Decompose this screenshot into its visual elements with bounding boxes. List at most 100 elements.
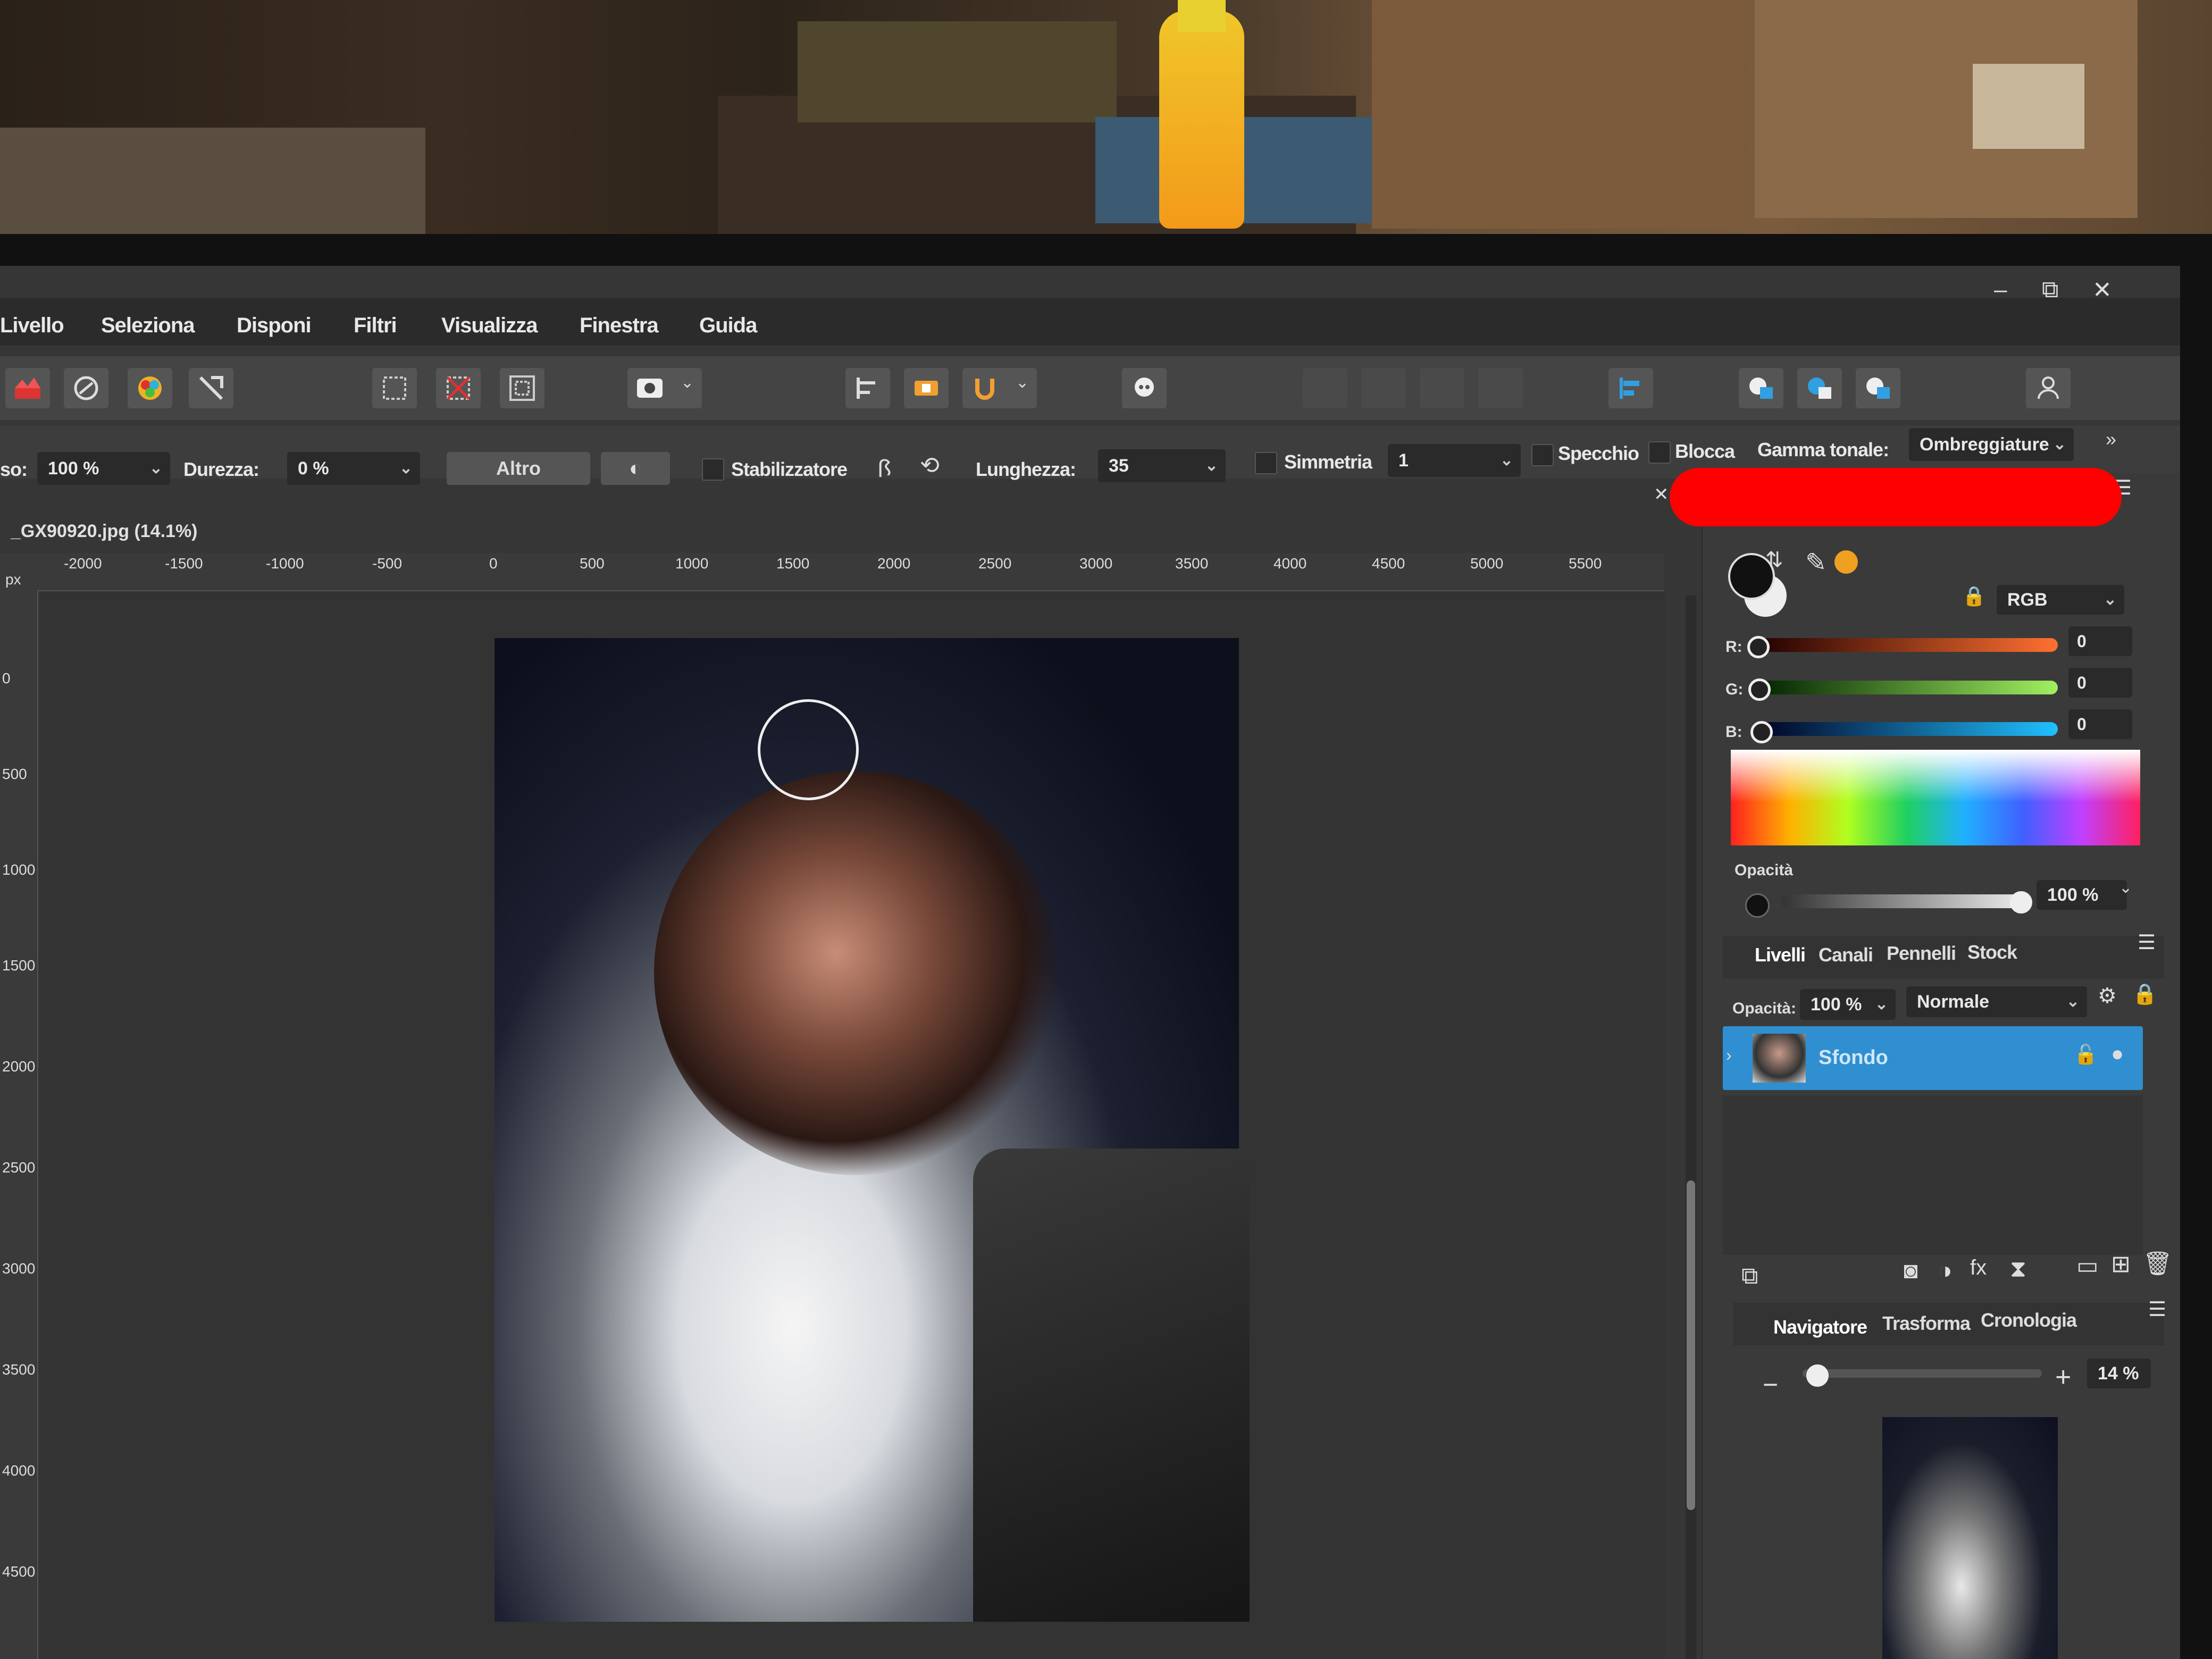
tonal-range-select[interactable]: Ombreggiature ⌄	[1909, 428, 2074, 461]
red-slider[interactable]	[1755, 638, 2058, 652]
snapping-button[interactable]: ⌄	[962, 368, 1037, 408]
align-left-button[interactable]	[1608, 368, 1653, 408]
blend-mode-select[interactable]: Normale ⌄	[1906, 986, 2087, 1017]
red-slider-knob[interactable]	[1747, 636, 1770, 658]
deselect-button[interactable]	[436, 368, 481, 408]
trash-icon[interactable]: 🗑	[2143, 1250, 2173, 1277]
picked-color-swatch[interactable]	[1834, 550, 1858, 574]
close-document-icon[interactable]: ✕	[1654, 484, 1669, 505]
close-window-button[interactable]: ✕	[2092, 276, 2112, 304]
develop-persona-button[interactable]	[128, 368, 172, 408]
layer-opacity-field[interactable]: 100 % ⌄	[1800, 989, 1896, 1020]
document-photo[interactable]	[495, 638, 1250, 1622]
horizontal-ruler[interactable]: px -2000 -1500 -1000 -500 0 500 1000 150…	[0, 553, 1664, 591]
maximize-button[interactable]: ⧉	[2042, 276, 2058, 303]
menu-seleziona[interactable]: Seleziona	[101, 314, 195, 338]
vertical-scrollbar[interactable]	[1686, 596, 1696, 1659]
scrollbar-thumb[interactable]	[1687, 1180, 1695, 1510]
symmetry-field[interactable]: 1 ⌄	[1388, 444, 1521, 477]
tab-cronologia[interactable]: Cronologia	[1981, 1309, 2077, 1331]
layer-lock-icon[interactable]: 🔓	[2074, 1043, 2098, 1066]
expand-arrow-icon[interactable]: ›	[1726, 1045, 1732, 1065]
arrange-backward-button[interactable]	[1361, 368, 1406, 408]
blue-slider-knob[interactable]	[1750, 721, 1773, 743]
menu-finestra[interactable]: Finestra	[580, 314, 659, 338]
zoom-out-button[interactable]: −	[1763, 1369, 1778, 1400]
hardness-field[interactable]: 0 % ⌄	[287, 452, 420, 485]
fx-icon[interactable]: fx	[1970, 1256, 1987, 1280]
color-opacity-slider[interactable]	[1781, 894, 2026, 908]
blue-value-field[interactable]: 0	[2068, 709, 2132, 739]
video-button[interactable]	[904, 368, 949, 408]
lock-icon[interactable]: 🔒	[2132, 983, 2157, 1006]
color-opacity-knob[interactable]	[2010, 891, 2032, 914]
vertical-ruler[interactable]: 0 500 1000 1500 2000 2500 3000 3500 4000…	[0, 590, 38, 1659]
zoom-slider[interactable]	[1803, 1369, 2042, 1378]
green-value-field[interactable]: 0	[2068, 668, 2132, 698]
color-model-select[interactable]: RGB ⌄	[1997, 585, 2124, 615]
add-pixel-layer-icon[interactable]: ⊞	[2111, 1251, 2131, 1278]
chevron-down-icon[interactable]: ⌄	[2119, 878, 2132, 897]
tab-trasforma[interactable]: Trasforma	[1882, 1312, 1971, 1335]
photo-persona-button[interactable]	[5, 368, 50, 408]
zoom-field[interactable]: 14 %	[2087, 1359, 2151, 1388]
layer-name[interactable]: Sfondo	[1819, 1046, 1888, 1069]
zoom-in-button[interactable]: +	[2055, 1361, 2071, 1393]
menu-visualizza[interactable]: Visualizza	[441, 314, 538, 338]
visibility-dot-icon[interactable]: ●	[2111, 1042, 2124, 1066]
select-all-button[interactable]	[372, 368, 417, 408]
eyedropper-icon[interactable]: ✎	[1805, 548, 1826, 577]
menu-livello[interactable]: Livello	[0, 314, 64, 338]
adjustment-layer-icon[interactable]: ◑	[1938, 1258, 1953, 1284]
arrange-forward-button[interactable]	[1420, 368, 1464, 408]
layers-list[interactable]	[1723, 1095, 2143, 1255]
assistant-button[interactable]	[1122, 368, 1167, 408]
boolean-intersect-button[interactable]	[1856, 368, 1900, 408]
layer-stack-icon[interactable]: ⧉	[1741, 1263, 1758, 1289]
mirror-checkbox[interactable]	[1531, 444, 1554, 466]
quick-mask-button[interactable]: ⌄	[627, 368, 702, 408]
lock-icon[interactable]: 🔒	[1962, 585, 1986, 607]
document-tab[interactable]: _GX90920.jpg (14.1%)	[11, 521, 198, 542]
panel-menu-icon[interactable]: ☰	[2138, 931, 2156, 954]
arrange-front-button[interactable]	[1478, 368, 1523, 408]
red-value-field[interactable]: 0	[2068, 626, 2132, 656]
tab-livelli[interactable]: Livelli	[1755, 944, 1806, 966]
export-persona-button[interactable]	[189, 368, 233, 408]
liquify-persona-button[interactable]	[64, 368, 108, 408]
window-mode-icon[interactable]: ⟲	[920, 452, 940, 479]
tab-navigatore[interactable]: Navigatore	[1773, 1316, 1867, 1338]
size-field[interactable]: 100 % ⌄	[37, 452, 170, 485]
menu-guida[interactable]: Guida	[699, 314, 757, 338]
tab-canali[interactable]: Canali	[1819, 944, 1873, 966]
panel-menu-icon[interactable]: ☰	[2148, 1297, 2166, 1321]
stabilizer-checkbox[interactable]	[702, 458, 724, 481]
navigator-preview[interactable]	[1882, 1417, 2058, 1659]
account-button[interactable]	[2026, 368, 2071, 408]
arrange-back-button[interactable]	[1303, 368, 1347, 408]
boolean-subtract-button[interactable]	[1797, 368, 1842, 408]
tab-stock[interactable]: Stock	[1967, 941, 2017, 963]
green-slider[interactable]	[1755, 681, 2058, 694]
swap-colors-icon[interactable]: ⇅	[1765, 548, 1783, 572]
lock-checkbox[interactable]	[1648, 441, 1671, 464]
color-opacity-field[interactable]: 100 %	[2037, 880, 2127, 910]
layer-row-sfondo[interactable]: › Sfondo 🔓 ●	[1723, 1026, 2143, 1090]
boolean-add-button[interactable]	[1739, 368, 1783, 408]
color-spectrum[interactable]	[1731, 750, 2140, 845]
mask-layer-icon[interactable]: ◙	[1904, 1258, 1918, 1284]
blue-slider[interactable]	[1755, 722, 2058, 736]
green-slider-knob[interactable]	[1748, 678, 1771, 701]
gear-icon[interactable]: ⚙	[2098, 984, 2117, 1008]
align-button[interactable]	[845, 368, 890, 408]
live-filter-icon[interactable]: ⧗	[2010, 1256, 2026, 1283]
zoom-slider-knob[interactable]	[1806, 1364, 1829, 1387]
add-group-icon[interactable]: ▭	[2076, 1252, 2099, 1279]
wet-edges-button[interactable]: ◐	[601, 452, 670, 485]
overflow-chevron-icon[interactable]: »	[2106, 428, 2116, 450]
length-field[interactable]: 35 ⌄	[1098, 449, 1226, 482]
symmetry-checkbox[interactable]	[1255, 452, 1277, 474]
rope-mode-icon[interactable]: ꟗ	[877, 452, 892, 484]
minimize-button[interactable]: –	[1994, 276, 2007, 303]
more-button[interactable]: Altro	[447, 452, 590, 485]
